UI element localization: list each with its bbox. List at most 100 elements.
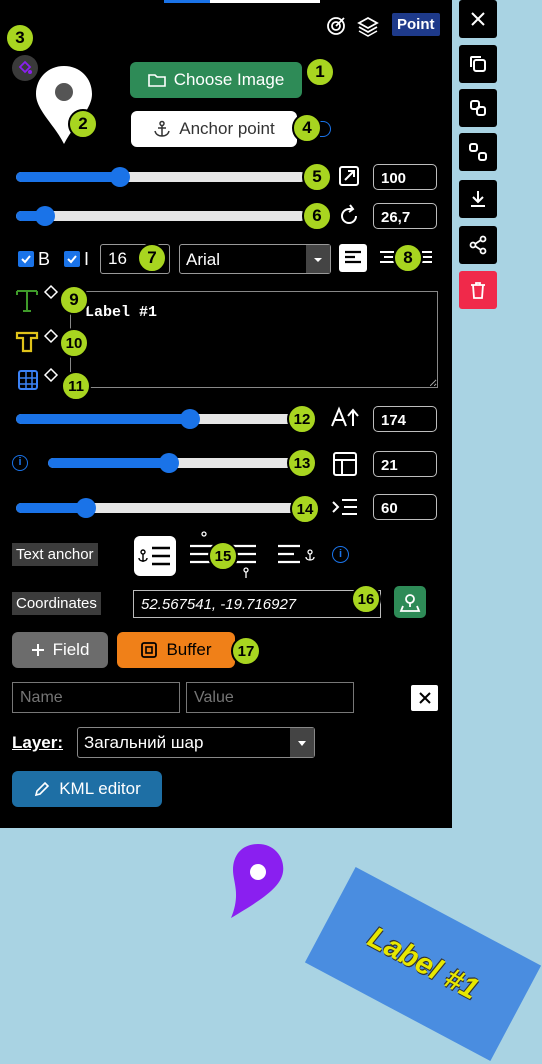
badge-17: 17	[231, 636, 261, 666]
resize-icon	[337, 164, 361, 193]
clear-field-button[interactable]	[411, 685, 438, 711]
bold-checkbox[interactable]	[18, 251, 34, 267]
text-color-button[interactable]	[14, 288, 40, 319]
delete-button[interactable]	[459, 271, 497, 309]
text-outline-button[interactable]	[15, 330, 39, 359]
layer-label: Layer:	[12, 733, 64, 752]
badge-2: 2	[68, 109, 98, 139]
add-field-button[interactable]: Field	[12, 632, 108, 668]
italic-label: I	[84, 249, 90, 269]
width-slider-thumb[interactable]	[159, 453, 180, 473]
spacing-slider[interactable]	[16, 498, 306, 518]
label-scale-slider[interactable]	[16, 409, 306, 429]
field-name-input[interactable]	[12, 682, 180, 713]
rotation-input[interactable]	[373, 203, 437, 229]
label-textarea[interactable]	[70, 291, 438, 388]
check-icon	[67, 255, 77, 264]
layers-button[interactable]	[357, 15, 379, 42]
badge-13: 13	[287, 448, 317, 478]
text-fill-icon-c[interactable]	[43, 367, 59, 388]
badge-5: 5	[302, 162, 332, 192]
paint-bucket-icon	[18, 60, 32, 74]
layer-select[interactable]: Загальний шар	[77, 727, 315, 758]
layer-select-value: Загальний шар	[84, 733, 204, 752]
location-map-icon	[399, 594, 421, 612]
badge-14: 14	[290, 494, 320, 524]
badge-4: 4	[292, 113, 322, 143]
size-slider-thumb[interactable]	[110, 167, 131, 187]
spacing-input[interactable]	[373, 494, 437, 520]
size-input[interactable]	[373, 164, 437, 190]
chevron-down-icon	[298, 741, 306, 746]
width-info-icon[interactable]: i	[12, 455, 28, 471]
text-fill-icon-b[interactable]	[43, 328, 59, 349]
paint-bucket-icon	[43, 367, 59, 383]
text-anchor-info-icon[interactable]: i	[332, 546, 349, 563]
layer-dropdown-button[interactable]	[290, 728, 314, 757]
size-slider[interactable]	[16, 167, 306, 187]
trash-icon	[471, 282, 485, 299]
buffer-square-icon	[141, 642, 158, 658]
link-button[interactable]	[459, 89, 497, 127]
anchor-align-left-icon	[138, 546, 170, 566]
link-squares-icon	[470, 100, 486, 116]
close-icon	[418, 692, 431, 704]
map-marker[interactable]	[225, 842, 287, 922]
kml-editor-button[interactable]: KML editor	[12, 771, 162, 807]
download-button[interactable]	[459, 180, 497, 218]
dropdown-button[interactable]	[306, 245, 330, 273]
close-icon	[471, 12, 485, 26]
tab-indicator-secondary	[210, 0, 320, 3]
unlink-squares-icon	[469, 143, 487, 161]
font-family-select[interactable]: Arial	[179, 244, 331, 274]
badge-12: 12	[287, 404, 317, 434]
buffer-label: Buffer	[166, 640, 212, 659]
width-input[interactable]	[373, 451, 437, 477]
badge-8: 8	[393, 243, 423, 273]
font-size-increase-icon	[330, 405, 360, 434]
badge-16: 16	[351, 584, 381, 614]
field-value-input[interactable]	[186, 682, 354, 713]
paint-bucket-icon	[43, 284, 59, 300]
map-label-text: Label #1	[362, 920, 484, 1007]
chevron-down-icon	[314, 258, 322, 262]
target-icon	[327, 17, 345, 35]
anchor-icon	[154, 120, 170, 137]
coordinates-input[interactable]	[133, 590, 381, 618]
target-button[interactable]	[326, 16, 346, 41]
rotation-slider[interactable]	[16, 206, 306, 226]
choose-image-button[interactable]: Choose Image	[130, 62, 302, 98]
anchor-right-button[interactable]	[276, 540, 320, 577]
label-scale-slider-thumb[interactable]	[180, 409, 200, 429]
rotation-slider-thumb[interactable]	[35, 206, 55, 226]
text-outline-icon	[15, 331, 39, 353]
badge-1: 1	[305, 57, 335, 87]
text-background-button[interactable]	[17, 369, 39, 396]
align-left-icon	[345, 250, 361, 264]
badge-3: 3	[5, 23, 35, 53]
check-icon	[21, 255, 31, 264]
anchor-left-button[interactable]	[134, 536, 176, 576]
buffer-button[interactable]: Buffer	[117, 632, 235, 668]
choose-image-label: Choose Image	[173, 70, 285, 89]
font-family-value: Arial	[186, 250, 221, 269]
duplicate-button[interactable]	[459, 45, 497, 83]
share-button[interactable]	[459, 226, 497, 264]
share-icon	[469, 235, 487, 255]
map-label[interactable]: Label #1	[304, 867, 542, 1061]
width-slider[interactable]	[48, 453, 306, 473]
locate-button[interactable]	[394, 586, 426, 618]
mode-badge[interactable]: Point	[392, 13, 440, 36]
purple-pin-icon	[231, 844, 284, 918]
align-left-button[interactable]	[339, 244, 367, 272]
badge-11: 11	[61, 371, 91, 401]
label-scale-input[interactable]	[373, 406, 437, 432]
badge-7: 7	[137, 243, 167, 273]
coordinates-label: Coordinates	[12, 592, 101, 615]
anchor-point-button[interactable]: Anchor point	[131, 111, 297, 147]
unlink-button[interactable]	[459, 133, 497, 171]
close-button[interactable]	[459, 0, 497, 38]
text-fill-icon-a[interactable]	[43, 284, 59, 305]
italic-checkbox[interactable]	[64, 251, 80, 267]
spacing-slider-thumb[interactable]	[75, 498, 96, 518]
